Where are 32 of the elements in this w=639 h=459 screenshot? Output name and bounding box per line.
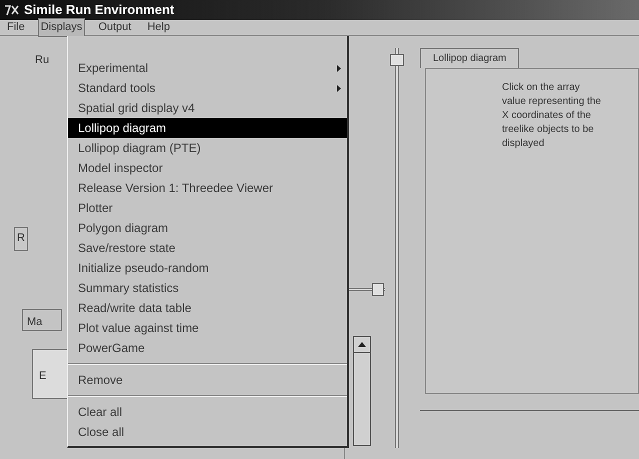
menu-item[interactable]: Release Version 1: Threedee Viewer xyxy=(68,178,347,198)
menu-item[interactable]: Read/write data table xyxy=(68,298,347,318)
form-label: Ru xyxy=(35,53,50,68)
menu-item[interactable]: Help xyxy=(144,18,173,37)
menu-item[interactable]: Polygon diagram xyxy=(68,218,347,238)
menu-item[interactable]: Initialize pseudo-random xyxy=(68,258,347,278)
app-icon xyxy=(4,3,20,17)
menu-item[interactable]: Save/restore state xyxy=(68,238,347,258)
menu-item[interactable]: Plotter xyxy=(68,198,347,218)
display-tab[interactable]: Lollipop diagram xyxy=(420,48,520,68)
form-tab[interactable]: Ma xyxy=(22,308,62,330)
slider-thumb[interactable] xyxy=(372,283,384,296)
menu-item[interactable]: Model inspector xyxy=(68,158,347,178)
form-button[interactable]: R xyxy=(14,226,28,250)
menu-item[interactable]: Spatial grid display v4 xyxy=(68,98,347,118)
menu-item[interactable]: Plot value against time xyxy=(68,318,347,338)
menu-item[interactable]: Clear all xyxy=(68,402,347,422)
submenu-arrow-icon xyxy=(337,84,341,92)
window-title: Simile Run Environment xyxy=(24,1,174,20)
menu-item[interactable]: Experimental xyxy=(68,58,347,78)
menu-item[interactable]: Displays xyxy=(38,18,86,37)
menu-item[interactable]: Standard tools xyxy=(68,78,347,98)
menu-item[interactable]: Summary statistics xyxy=(68,278,347,298)
instruction-text: Click on the array value representing the X coordinates of the treelike objects to be displayed xyxy=(502,81,602,151)
menu-item[interactable]: Close all xyxy=(68,422,347,442)
slider-thumb[interactable] xyxy=(390,54,404,66)
menu-item[interactable]: Lollipop diagram xyxy=(68,118,347,138)
menu-item[interactable]: File xyxy=(4,18,28,37)
scroll-up-icon[interactable] xyxy=(358,342,366,347)
menu-item[interactable]: Lollipop diagram (PTE) xyxy=(68,138,347,158)
submenu-arrow-icon xyxy=(337,64,341,72)
menu-item[interactable]: Output xyxy=(95,18,134,37)
